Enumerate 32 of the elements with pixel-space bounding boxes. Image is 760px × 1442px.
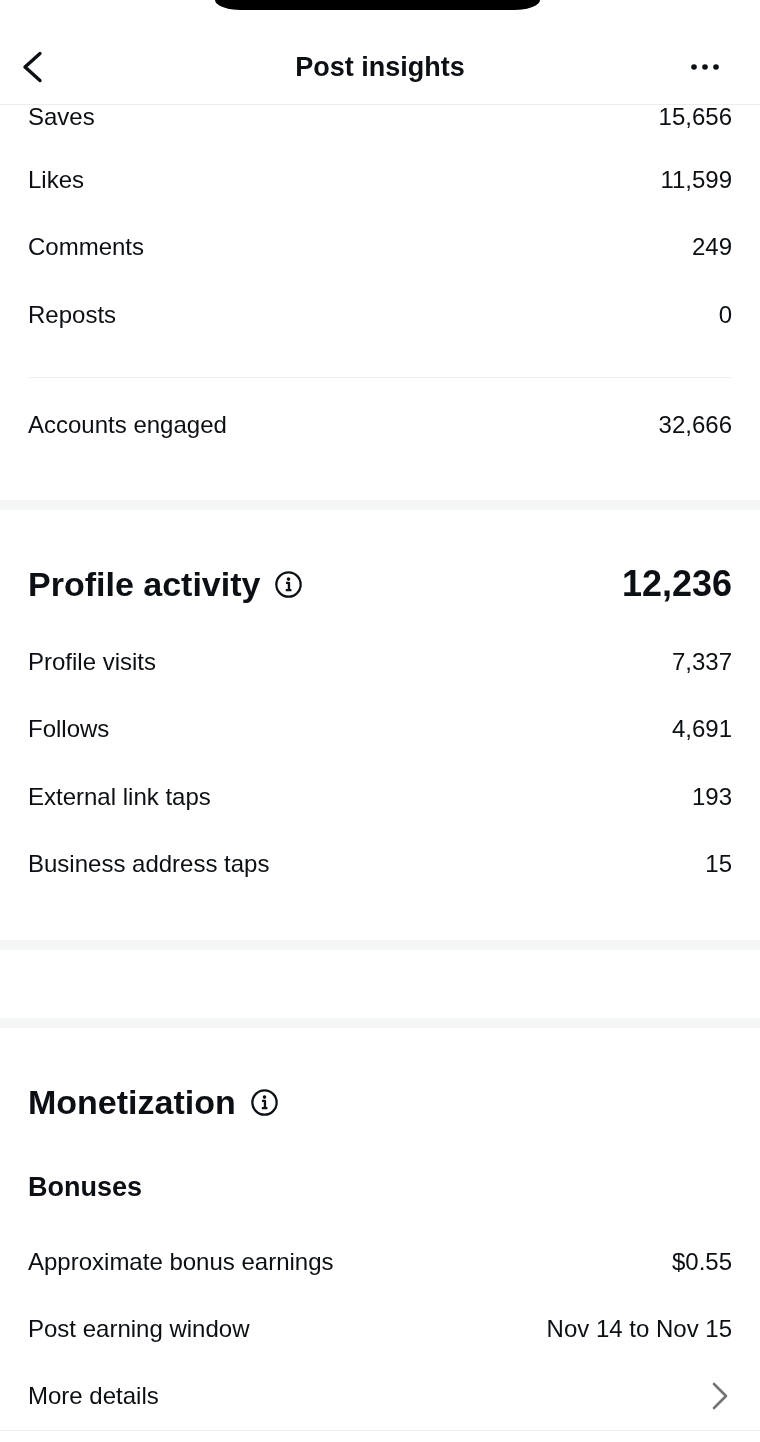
metric-value: 0 (718, 302, 732, 327)
page-title: Post insights (295, 50, 465, 84)
metric-value: 7,337 (671, 649, 732, 674)
info-icon[interactable] (275, 570, 303, 598)
section-heading: Profile activity (28, 564, 261, 605)
metric-label: Follows (28, 717, 110, 742)
metric-label: Reposts (28, 302, 117, 327)
metric-label: Approximate bonus earnings (28, 1249, 334, 1274)
metric-label: Comments (28, 235, 145, 260)
metric-value: 15,656 (658, 105, 732, 129)
metric-label: External link taps (28, 784, 211, 809)
subsection-heading: Bonuses (28, 1171, 143, 1204)
back-icon (21, 50, 43, 83)
metric-label: Profile visits (28, 649, 157, 674)
metric-label: Accounts engaged (28, 413, 227, 438)
metric-label: Likes (28, 167, 85, 192)
metric-label: Saves (28, 105, 95, 129)
metric-label: Post earning window (28, 1317, 250, 1342)
info-icon[interactable] (250, 1088, 278, 1116)
section-total: 12,236 (621, 562, 732, 606)
metric-value: 11,599 (660, 167, 732, 192)
chevron-right-icon (712, 1382, 728, 1411)
more-icon (691, 63, 719, 70)
metric-value: 15 (705, 852, 732, 877)
metric-label: Business address taps (28, 852, 270, 877)
metric-value: 32,666 (658, 413, 732, 438)
metric-value: 4,691 (671, 717, 732, 742)
metric-value: $0.55 (671, 1249, 732, 1274)
metric-value: 193 (691, 784, 732, 809)
metric-value: 249 (691, 235, 732, 260)
section-heading: Monetization (28, 1082, 236, 1123)
metric-value: Nov 14 to Nov 15 (546, 1317, 732, 1342)
